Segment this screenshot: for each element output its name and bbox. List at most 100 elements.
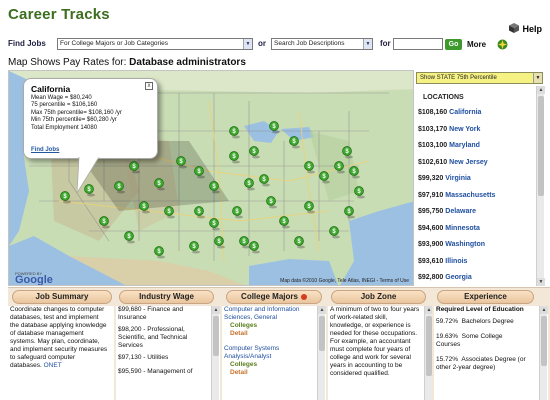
location-row[interactable]: $103,100 Maryland bbox=[418, 142, 480, 149]
location-row[interactable]: $102,610 New Jersey bbox=[418, 159, 488, 166]
wage-pin-icon[interactable]: $ bbox=[304, 161, 316, 174]
wage-pin-icon[interactable]: $ bbox=[304, 201, 316, 214]
wage-pin-icon[interactable]: $ bbox=[124, 231, 136, 244]
onet-link[interactable]: ONET bbox=[44, 362, 62, 369]
major-link[interactable]: Computer and Information bbox=[224, 306, 300, 314]
wage-pin-icon[interactable]: $ bbox=[319, 171, 331, 184]
scroll-down-icon[interactable]: ▼ bbox=[537, 278, 545, 286]
wage-pin-icon[interactable]: $ bbox=[194, 206, 206, 219]
location-row[interactable]: $108,160 California bbox=[418, 109, 481, 116]
location-row[interactable]: $99,320 Virginia bbox=[418, 175, 471, 182]
wage-pin-icon[interactable]: $ bbox=[229, 151, 241, 164]
wage-pin-icon[interactable]: $ bbox=[354, 186, 366, 199]
wage-pin-icon[interactable]: $ bbox=[209, 218, 221, 231]
wage-pin-icon[interactable]: $ bbox=[154, 246, 166, 259]
wage-pin-icon[interactable]: $ bbox=[329, 226, 341, 239]
location-row[interactable]: $97,910 Massachusetts bbox=[418, 192, 495, 199]
location-state-link[interactable]: Virginia bbox=[445, 175, 471, 182]
location-row[interactable]: $92,800 Georgia bbox=[418, 274, 472, 281]
location-row[interactable]: $94,600 Minnesota bbox=[418, 225, 480, 232]
tab-experience[interactable]: Experience bbox=[437, 290, 534, 304]
scroll-thumb[interactable] bbox=[319, 316, 325, 351]
wage-pin-icon[interactable]: $ bbox=[342, 146, 354, 159]
detail-link[interactable]: Detail bbox=[224, 330, 300, 338]
close-icon[interactable]: x bbox=[145, 82, 153, 90]
wage-pin-icon[interactable]: $ bbox=[269, 121, 281, 134]
colleges-link[interactable]: Colleges bbox=[224, 322, 300, 330]
wage-pin-icon[interactable]: $ bbox=[129, 161, 141, 174]
job-zone-scrollbar[interactable]: ▲ bbox=[424, 306, 432, 400]
location-state-link[interactable]: Illinois bbox=[445, 258, 467, 265]
location-state-link[interactable]: Massachusetts bbox=[445, 192, 495, 199]
popup-find-jobs-link[interactable]: Find Jobs bbox=[31, 147, 59, 153]
wage-pin-icon[interactable]: $ bbox=[232, 206, 244, 219]
search-type-select[interactable]: Search Job Descriptions ▼ bbox=[271, 38, 373, 50]
help-link[interactable]: Help bbox=[522, 24, 542, 34]
wage-pin-icon[interactable]: $ bbox=[239, 236, 251, 249]
wage-pin-icon[interactable]: $ bbox=[139, 201, 151, 214]
detail-link[interactable]: Detail bbox=[224, 369, 300, 377]
major-link[interactable]: Computer Systems bbox=[224, 345, 300, 353]
wage-pin-icon[interactable]: $ bbox=[189, 241, 201, 254]
wage-pin-icon[interactable]: $ bbox=[209, 181, 221, 194]
location-state-link[interactable]: Georgia bbox=[445, 274, 471, 281]
compass-icon[interactable] bbox=[497, 39, 508, 50]
wage-pin-icon[interactable]: $ bbox=[249, 241, 261, 254]
location-state-link[interactable]: Minnesota bbox=[445, 225, 480, 232]
scroll-thumb[interactable] bbox=[538, 96, 544, 196]
wage-pin-icon[interactable]: $ bbox=[266, 196, 278, 209]
scroll-up-icon[interactable]: ▲ bbox=[537, 86, 545, 94]
wage-pin-icon[interactable]: $ bbox=[249, 146, 261, 159]
wage-pin-icon[interactable]: $ bbox=[214, 236, 226, 249]
more-link[interactable]: More bbox=[467, 40, 486, 49]
cube-icon[interactable] bbox=[508, 22, 520, 34]
wage-pin-icon[interactable]: $ bbox=[344, 206, 356, 219]
scroll-up-icon[interactable]: ▲ bbox=[425, 306, 432, 314]
wage-pin-icon[interactable]: $ bbox=[176, 156, 188, 169]
tab-job-summary[interactable]: Job Summary bbox=[12, 290, 112, 304]
category-select[interactable]: For College Majors or Job Categories ▼ bbox=[57, 38, 253, 50]
scroll-up-icon[interactable]: ▲ bbox=[540, 306, 548, 314]
major-link[interactable]: Sciences, General bbox=[224, 314, 300, 322]
us-map[interactable]: $$$$$$$$$$$$$$$$$$$$$$$$$$$$$$$$$$$$$$$$… bbox=[8, 70, 414, 286]
wage-pin-icon[interactable]: $ bbox=[294, 236, 306, 249]
locations-scrollbar[interactable]: ▲ ▼ bbox=[536, 86, 545, 286]
location-row[interactable]: $95,750 Delaware bbox=[418, 208, 476, 215]
scroll-thumb[interactable] bbox=[213, 316, 219, 356]
college-majors-scrollbar[interactable]: ▲ bbox=[317, 306, 326, 400]
wage-pin-icon[interactable]: $ bbox=[60, 191, 72, 204]
tab-industry-wage[interactable]: Industry Wage bbox=[119, 290, 214, 304]
wage-pin-icon[interactable]: $ bbox=[334, 161, 346, 174]
scroll-thumb[interactable] bbox=[426, 316, 432, 376]
scroll-up-icon[interactable]: ▲ bbox=[318, 306, 326, 314]
wage-pin-icon[interactable]: $ bbox=[244, 178, 256, 191]
scroll-thumb[interactable] bbox=[541, 316, 547, 366]
scroll-up-icon[interactable]: ▲ bbox=[212, 306, 220, 314]
go-button[interactable]: Go bbox=[445, 39, 462, 50]
location-row[interactable]: $93,610 Illinois bbox=[418, 258, 467, 265]
location-state-link[interactable]: Maryland bbox=[449, 142, 480, 149]
tab-job-zone[interactable]: Job Zone bbox=[331, 290, 426, 304]
location-state-link[interactable]: California bbox=[449, 109, 481, 116]
wage-pin-icon[interactable]: $ bbox=[194, 166, 206, 179]
location-row[interactable]: $93,900 Washington bbox=[418, 241, 485, 248]
wage-pin-icon[interactable]: $ bbox=[289, 136, 301, 149]
tab-college-majors[interactable]: College Majors bbox=[226, 290, 322, 304]
location-state-link[interactable]: New Jersey bbox=[449, 159, 488, 166]
location-state-link[interactable]: Washington bbox=[445, 241, 485, 248]
experience-scrollbar[interactable]: ▲ bbox=[539, 306, 548, 400]
wage-pin-icon[interactable]: $ bbox=[259, 174, 271, 187]
wage-pin-icon[interactable]: $ bbox=[164, 206, 176, 219]
search-input[interactable] bbox=[393, 38, 443, 50]
colleges-link[interactable]: Colleges bbox=[224, 361, 300, 369]
location-state-link[interactable]: New York bbox=[449, 126, 480, 133]
location-row[interactable]: $103,170 New York bbox=[418, 126, 480, 133]
wage-pin-icon[interactable]: $ bbox=[279, 216, 291, 229]
percentile-select[interactable]: Show STATE 75th Percentile ▼ bbox=[416, 72, 543, 84]
wage-pin-icon[interactable]: $ bbox=[99, 216, 111, 229]
wage-pin-icon[interactable]: $ bbox=[349, 166, 361, 179]
industry-wage-scrollbar[interactable]: ▲ bbox=[211, 306, 220, 400]
wage-pin-icon[interactable]: $ bbox=[229, 126, 241, 139]
major-link[interactable]: Analysis/Analyst bbox=[224, 353, 300, 361]
location-state-link[interactable]: Delaware bbox=[445, 208, 476, 215]
